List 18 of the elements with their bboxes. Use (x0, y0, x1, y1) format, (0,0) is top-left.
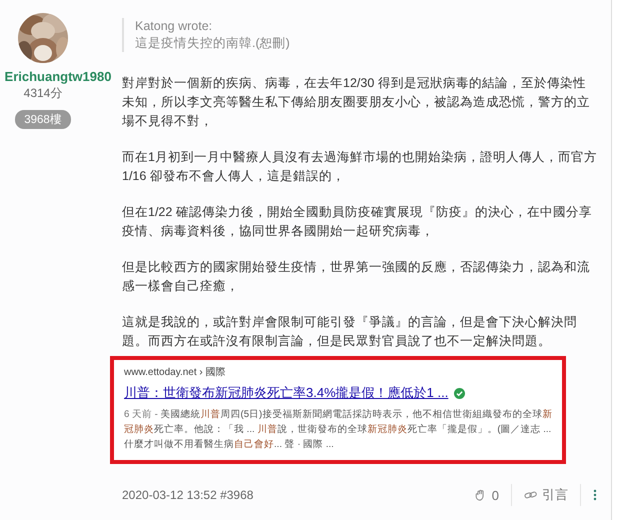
more-options-icon[interactable] (593, 489, 597, 501)
result-snippet: 6 天前 - 美國總統川普周四(5日)接受福斯新聞網電話採訪時表示，他不相信世衛組織發布的全球新冠肺炎死亡率。他說：「我 ... 川普說，世衛發布的全球新冠肺炎死亡率「攏是假」。(圖／達志 ... 什麼才叫做不用看醫生病 自己會好... 聲 · 國際 ... (124, 408, 554, 452)
like-button[interactable]: 0 (474, 488, 499, 502)
post-paragraph: 但在1/22 確認傳染力後，開始全國動員防疫確實展現『防疫』的決心，在中國分享疫情、病毒資料後，協同世界各國開始一起研究病毒， (122, 204, 593, 240)
user-points: 4314分 (24, 85, 62, 102)
username[interactable]: Erichuangtw1980 (4, 69, 112, 84)
result-url: www.ettoday.net › 國際 (124, 366, 227, 380)
quote-text: 這是疫情失控的南韓.(恕刪) (135, 35, 291, 52)
post-paragraph: 這就是我說的，或許對岸會限制可能引發『爭議』的言論，但是會下決心解決問題。而西方在或許沒有限制言論，但是民眾對官員說了也不一定解決問題。 (122, 314, 578, 350)
post-paragraph: 但是比較西方的國家開始發生疫情，世界第一強國的反應，否認傳染力，認為和流感一樣會自己痊癒， (122, 259, 591, 295)
post-paragraph: 對岸對於一個新的疾病、病毒，在去年12/30 得到是冠狀病毒的結論，至於傳染性未知，所以李文亮等醫生私下傳給朋友圈要朋友小心，被認為造成恐慌，警方的立場不見得不對， (122, 75, 591, 130)
floor-badge: 3968樓 (15, 110, 71, 129)
result-title-link[interactable]: 川普：世衛發布新冠肺炎死亡率3.4%攏是假！應低於1 ... (124, 384, 448, 402)
post-timestamp: 2020-03-12 13:52 #3968 (122, 488, 254, 502)
quote-button[interactable]: 引言 (524, 486, 568, 504)
link-icon (524, 489, 537, 501)
quote-author: Katong wrote: (135, 18, 214, 35)
post-paragraph: 而在1月初到一月中醫療人員沒有去過海鮮市場的也開始染病，證明人傳人，而官方1/16 卻發布不會人傳人，這是錯誤的， (122, 149, 597, 185)
